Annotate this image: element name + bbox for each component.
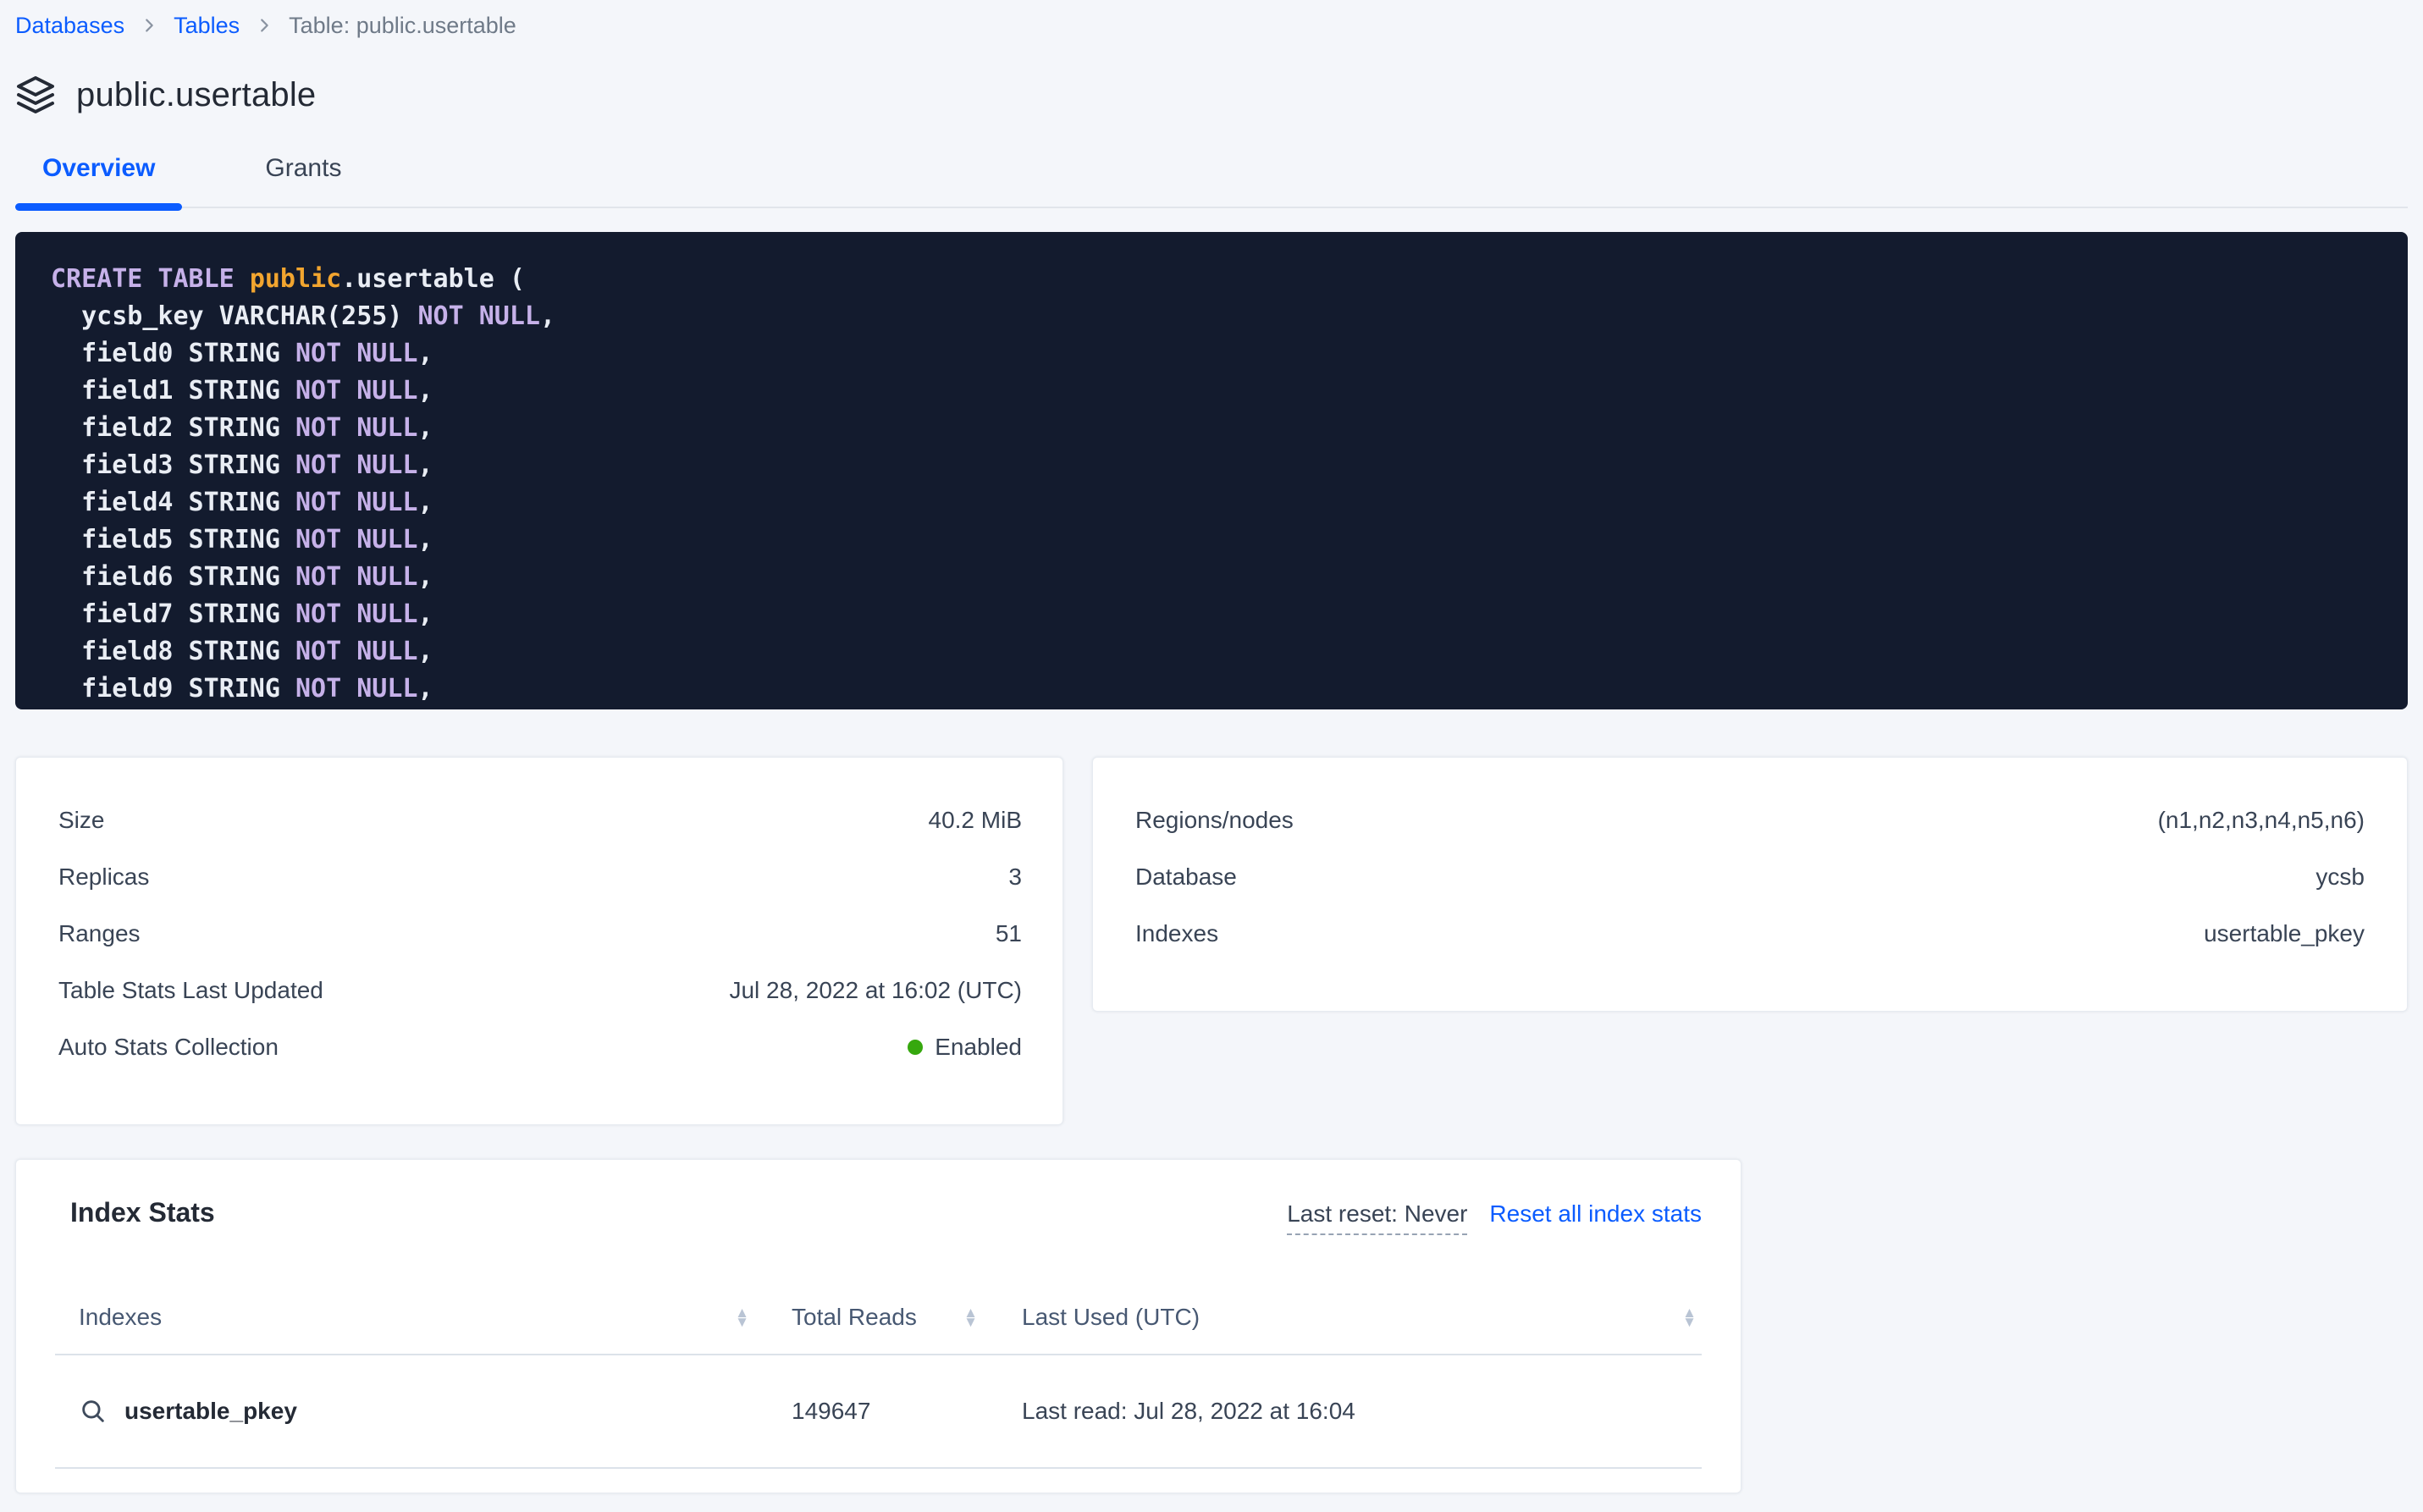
create-table-sql-block: CREATE TABLE public.usertable ( ycsb_key…: [15, 232, 2408, 709]
enabled-status-dot-icon: [908, 1040, 923, 1055]
column-label: Last Used (UTC): [1022, 1304, 1200, 1331]
chevron-right-icon: [140, 16, 158, 35]
table-location-card: Regions/nodes (n1,n2,n3,n4,n5,n6) Databa…: [1092, 757, 2408, 1012]
index-link-usertable-pkey[interactable]: usertable_pkey: [79, 1397, 297, 1426]
stat-row-database: Database ycsb: [1135, 848, 2365, 905]
index-name: usertable_pkey: [124, 1398, 297, 1425]
stat-row-replicas: Replicas 3: [58, 848, 1022, 905]
breadcrumb: Databases Tables Table: public.usertable: [15, 0, 2408, 42]
stat-label: Auto Stats Collection: [58, 1034, 279, 1061]
sort-icon[interactable]: ▲▼: [963, 1308, 978, 1327]
stat-label: Indexes: [1135, 920, 1218, 947]
index-stats-actions: Last reset: Never Reset all index stats: [1287, 1200, 1702, 1235]
stat-value: (n1,n2,n3,n4,n5,n6): [2158, 807, 2365, 834]
tab-grants[interactable]: Grants: [238, 154, 368, 207]
tab-overview[interactable]: Overview: [15, 154, 182, 207]
table-stats-card: Size 40.2 MiB Replicas 3 Ranges 51 Table…: [15, 757, 1063, 1125]
stat-value: 3: [1008, 864, 1022, 891]
stat-label: Database: [1135, 864, 1237, 891]
stat-row-ranges: Ranges 51: [58, 905, 1022, 962]
sort-icon[interactable]: ▲▼: [735, 1308, 749, 1327]
reset-all-index-stats-link[interactable]: Reset all index stats: [1489, 1200, 1702, 1228]
stat-value: usertable_pkey: [2204, 920, 2365, 947]
breadcrumb-tables[interactable]: Tables: [174, 13, 240, 39]
stat-row-indexes: Indexes usertable_pkey: [1135, 905, 2365, 962]
breadcrumb-databases[interactable]: Databases: [15, 13, 124, 39]
stat-value: Enabled: [908, 1034, 1022, 1061]
column-header-last-used[interactable]: Last Used (UTC) ▲▼: [978, 1304, 1702, 1331]
column-label: Total Reads: [792, 1304, 917, 1331]
column-header-indexes[interactable]: Indexes ▲▼: [55, 1304, 749, 1331]
index-stats-table-header: Indexes ▲▼ Total Reads ▲▼ Last Used (UTC…: [55, 1281, 1702, 1355]
chevron-right-icon: [255, 16, 273, 35]
stat-label: Regions/nodes: [1135, 807, 1294, 834]
stat-row-regions: Regions/nodes (n1,n2,n3,n4,n5,n6): [1135, 792, 2365, 848]
index-stats-card: Index Stats Last reset: Never Reset all …: [15, 1159, 1741, 1493]
stat-value: ycsb: [2315, 864, 2365, 891]
sql-code: CREATE TABLE public.usertable ( ycsb_key…: [51, 261, 2374, 708]
layers-stack-icon: [15, 74, 56, 115]
column-label: Indexes: [79, 1304, 162, 1331]
stat-row-size: Size 40.2 MiB: [58, 792, 1022, 848]
stat-label: Table Stats Last Updated: [58, 977, 323, 1004]
last-reset-label[interactable]: Last reset: Never: [1287, 1200, 1467, 1235]
table-row: usertable_pkey 149647 Last read: Jul 28,…: [55, 1355, 1702, 1469]
column-header-total-reads[interactable]: Total Reads ▲▼: [749, 1304, 978, 1331]
total-reads-cell: 149647: [749, 1398, 978, 1425]
last-used-value: Last read: Jul 28, 2022 at 16:04: [1022, 1398, 1355, 1425]
breadcrumb-current: Table: public.usertable: [289, 13, 516, 39]
status-text: Enabled: [935, 1034, 1022, 1061]
stat-value: 51: [996, 920, 1022, 947]
page-title-row: public.usertable: [15, 74, 2408, 115]
stat-label: Replicas: [58, 864, 149, 891]
index-name-cell: usertable_pkey: [55, 1397, 749, 1426]
stat-value: Jul 28, 2022 at 16:02 (UTC): [729, 977, 1022, 1004]
stat-value: 40.2 MiB: [929, 807, 1023, 834]
search-icon: [79, 1397, 108, 1426]
sort-icon[interactable]: ▲▼: [1682, 1308, 1697, 1327]
tab-bar: Overview Grants: [15, 154, 2408, 208]
index-stats-title: Index Stats: [55, 1197, 215, 1228]
total-reads-value: 149647: [792, 1398, 870, 1425]
stat-row-auto-stats: Auto Stats Collection Enabled: [58, 1018, 1022, 1075]
page-title: public.usertable: [76, 76, 316, 114]
stat-row-stats-updated: Table Stats Last Updated Jul 28, 2022 at…: [58, 962, 1022, 1018]
index-stats-header: Index Stats Last reset: Never Reset all …: [55, 1197, 1702, 1235]
last-used-cell: Last read: Jul 28, 2022 at 16:04: [978, 1398, 1702, 1425]
stat-label: Ranges: [58, 920, 141, 947]
table-details-page: Databases Tables Table: public.usertable…: [0, 0, 2423, 1493]
stats-cards-row: Size 40.2 MiB Replicas 3 Ranges 51 Table…: [15, 757, 2408, 1125]
index-stats-table: Indexes ▲▼ Total Reads ▲▼ Last Used (UTC…: [55, 1281, 1702, 1469]
stat-label: Size: [58, 807, 104, 834]
